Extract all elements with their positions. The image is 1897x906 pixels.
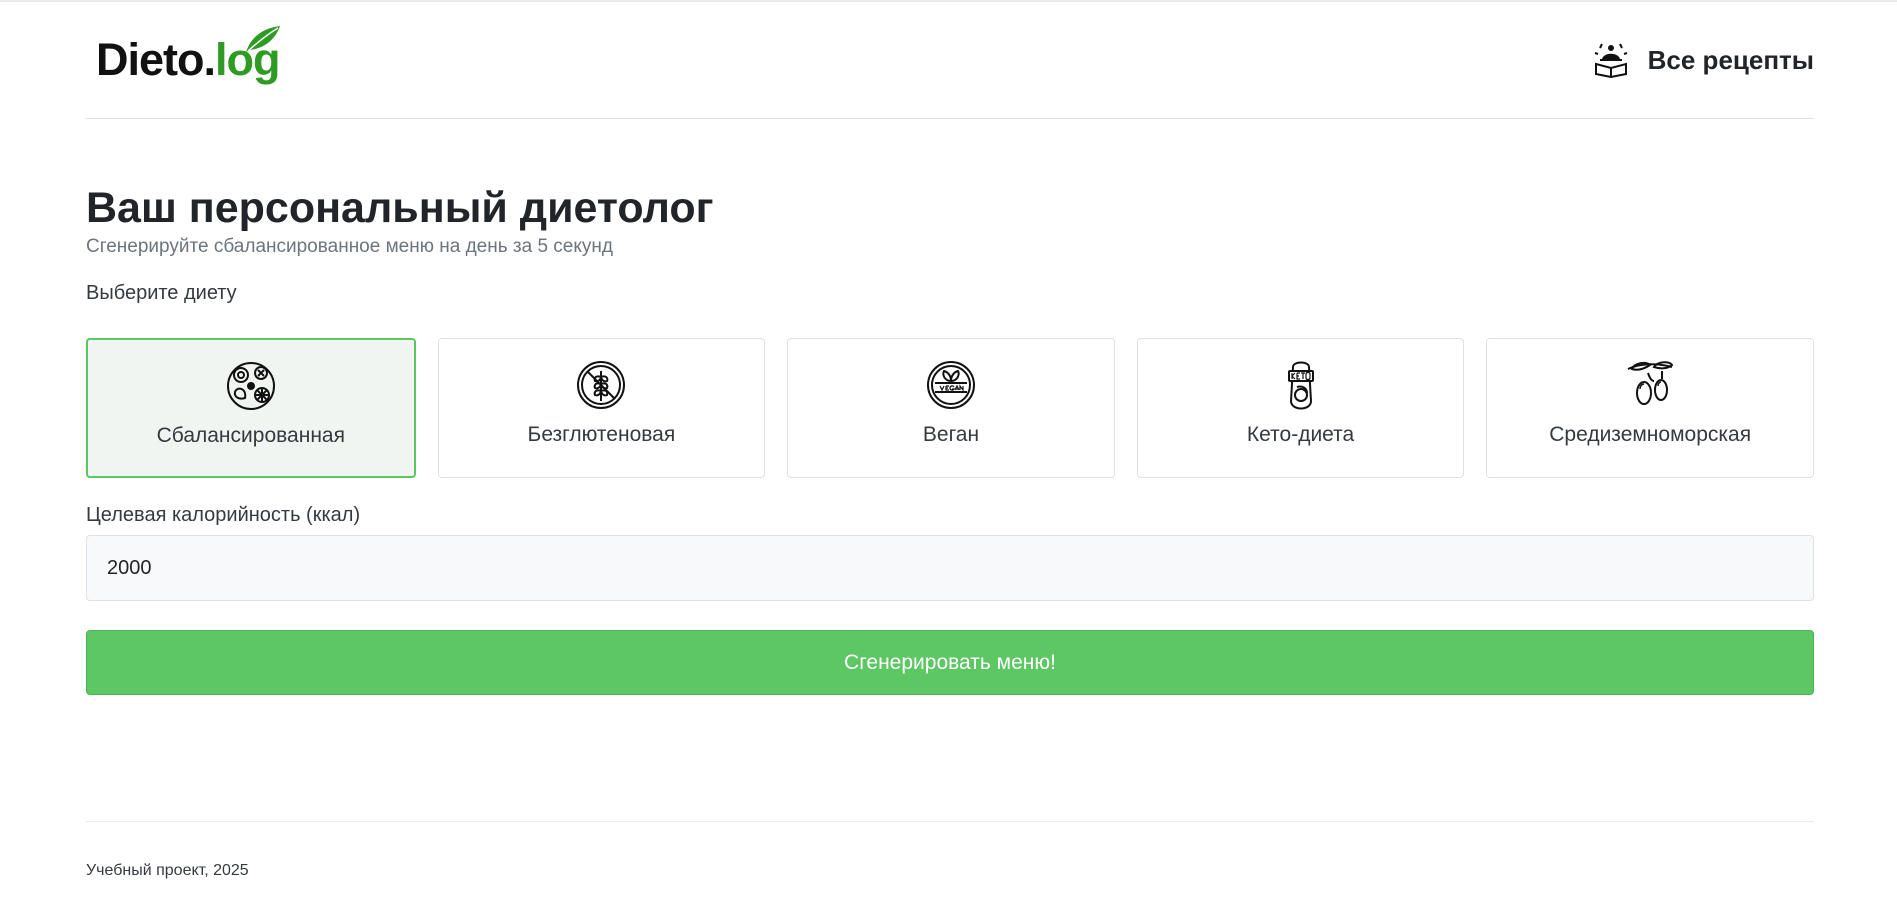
diet-option-label: Кето-диета bbox=[1246, 423, 1355, 447]
diet-option-gluten-free[interactable]: Безглютеновая bbox=[437, 338, 766, 479]
site-header: Dieto. log Все рецепты bbox=[86, 2, 1814, 119]
keto-icon bbox=[1287, 361, 1314, 410]
diet-option-label: Средиземноморская bbox=[1549, 423, 1752, 447]
diet-option-label: Безглютеновая bbox=[527, 423, 676, 447]
brand-part-1: Dieto. bbox=[96, 34, 216, 85]
balanced-plate-icon bbox=[226, 362, 275, 411]
main-content: Ваш персональный диетолог Сгенерируйте с… bbox=[86, 184, 1814, 696]
leaf-icon bbox=[246, 26, 280, 52]
diet-options: Сбалансированная Безглютеновая Веган Кет… bbox=[86, 338, 1814, 479]
diet-option-label: Веган bbox=[922, 423, 980, 447]
recipe-book-icon bbox=[1594, 43, 1627, 78]
diet-option-balanced[interactable]: Сбалансированная bbox=[86, 338, 416, 479]
page-container: Dieto. log Все рецепты Ваш персональный д… bbox=[86, 2, 1814, 880]
generate-menu-button[interactable]: Сгенерировать меню! bbox=[86, 630, 1814, 696]
calories-label: Целевая калорийность (ккал) bbox=[86, 504, 361, 527]
diet-option-mediterranean[interactable]: Средиземноморская bbox=[1486, 338, 1814, 479]
diet-option-keto[interactable]: Кето-диета bbox=[1136, 338, 1465, 479]
diet-select-label: Выберите диету bbox=[86, 282, 237, 305]
vegan-icon bbox=[926, 361, 975, 410]
brand-logo[interactable]: Dieto. log bbox=[96, 26, 281, 86]
page-subtitle: Сгенерируйте сбалансированное меню на де… bbox=[86, 236, 613, 258]
diet-option-label: Сбалансированная bbox=[156, 424, 345, 448]
all-recipes-label: Все рецепты bbox=[1647, 44, 1814, 75]
calories-input[interactable] bbox=[86, 535, 1814, 602]
site-footer: Учебный проект, 2025 bbox=[86, 821, 1814, 880]
olive-icon bbox=[1627, 361, 1674, 406]
diet-option-vegan[interactable]: Веган bbox=[787, 338, 1115, 479]
footer-text: Учебный проект, 2025 bbox=[86, 862, 249, 880]
all-recipes-link[interactable]: Все рецепты bbox=[1592, 42, 1814, 78]
page-title: Ваш персональный диетолог bbox=[86, 184, 714, 232]
gluten-free-icon bbox=[577, 361, 626, 410]
